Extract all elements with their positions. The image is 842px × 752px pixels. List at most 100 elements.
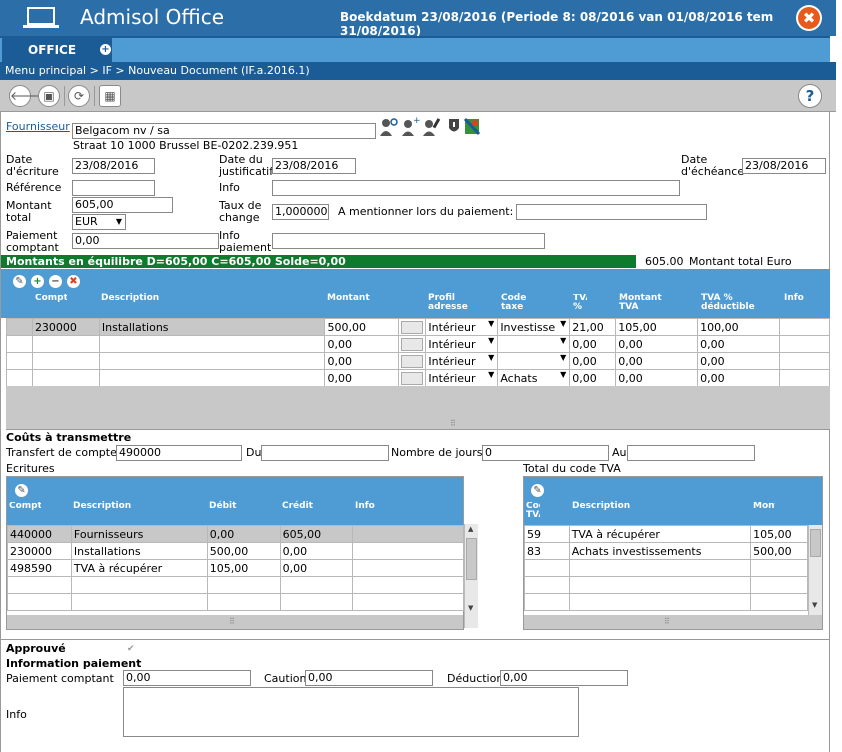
currency-select[interactable]: EUR ▼ [72,214,126,230]
total-field[interactable]: 605,00 [72,197,173,213]
table-row[interactable]: 0,00 Intérieur ▼ ▼ 0,00 0,00 0,00 [6,335,830,353]
calendar-button[interactable]: ▦ [99,85,121,107]
supplier-field[interactable]: Belgacom nv / sa [72,123,376,139]
table-row[interactable]: 83 Achats investissements 500,00 [524,542,808,560]
cell-info[interactable] [779,369,830,387]
table-row[interactable]: 0,00 Intérieur ▼ ▼ 0,00 0,00 0,00 [6,352,830,370]
back-button[interactable]: 🡐 [9,85,42,107]
scroll-up-icon[interactable]: ▲ [468,525,473,533]
row-selector[interactable] [6,335,33,353]
add-tab-icon[interactable]: + [100,44,111,55]
edit-icon[interactable]: ✎ [15,484,28,497]
rate-field[interactable]: 1,000000 [272,204,329,220]
cell-profile[interactable]: Intérieur ▼ [425,352,499,370]
cell-tax-code[interactable]: ▼ [497,335,571,353]
due-date-field[interactable]: 23/08/2016 [742,158,826,174]
cell-vat-amount[interactable]: 105,00 [615,318,699,336]
table-row[interactable] [524,576,808,594]
table-row[interactable] [7,593,464,611]
add-row-icon[interactable]: + [31,275,44,288]
help-button[interactable]: ? [798,84,822,108]
table-row[interactable] [524,593,808,611]
doc-date-field[interactable]: 23/08/2016 [272,158,356,174]
transfer-from-field[interactable] [261,445,389,461]
table-row[interactable]: 230000 Installations 500,00 Intérieur ▼ I… [6,318,830,336]
cell-amount[interactable]: 0,00 [324,369,400,387]
supplier-search-icon[interactable] [380,118,398,136]
cell-vat-amount[interactable]: 0,00 [615,369,699,387]
cell-description[interactable] [98,369,326,387]
lookup-button[interactable] [401,320,424,334]
transfer-to-field[interactable] [627,445,755,461]
resize-grip-icon[interactable]: ⠿ [229,617,235,626]
scroll-thumb[interactable] [466,538,477,580]
cell-tax-code[interactable]: Investisse ▼ [497,318,571,336]
cell-vat-amount[interactable]: 0,00 [615,335,699,353]
deduction-field[interactable]: 0,00 [500,670,628,686]
cell-amount[interactable]: 0,00 [324,352,400,370]
vat-scrollbar[interactable]: ▼ [808,525,822,615]
cell-description[interactable] [98,335,326,353]
lookup-button[interactable] [401,354,424,368]
cell-tax-code[interactable]: ▼ [497,352,571,370]
table-row[interactable]: 498590 TVA à récupérer 105,00 0,00 [7,559,464,577]
edit-icon[interactable]: ✎ [531,484,544,497]
table-row[interactable] [524,559,808,577]
row-selector[interactable] [6,318,33,336]
transfer-days-field[interactable]: 0 [482,445,609,461]
cell-account[interactable] [31,352,100,370]
cell-account[interactable] [31,335,100,353]
map-icon[interactable] [463,117,481,136]
scroll-thumb[interactable] [810,529,821,557]
cell-vat-deductible[interactable]: 0,00 [697,335,781,353]
tab-office[interactable]: OFFICE [2,38,112,62]
reference-field[interactable] [72,180,155,196]
entry-date-field[interactable]: 23/08/2016 [72,158,155,174]
cell-profile[interactable]: Intérieur ▼ [425,318,499,336]
supplier-edit-icon[interactable] [423,118,441,136]
cell-vat-pct[interactable]: 21,00 [569,318,617,336]
resize-grip-icon[interactable]: ⠿ [664,617,670,626]
mention-field[interactable] [516,204,707,220]
cell-vat-deductible[interactable]: 0,00 [697,352,781,370]
cell-info[interactable] [779,318,830,336]
resize-grip-icon[interactable]: ⠿ [450,419,456,428]
row-selector[interactable] [6,352,33,370]
refresh-button[interactable]: ⟳ [68,85,90,107]
table-row[interactable] [7,576,464,594]
pay-info-field[interactable] [272,233,545,249]
cell-description[interactable] [98,352,326,370]
approved-checkbox[interactable]: ✔ [127,644,137,654]
cell-vat-deductible[interactable]: 100,00 [697,318,781,336]
cell-profile[interactable]: Intérieur ▼ [425,335,499,353]
cell-account[interactable]: 230000 [31,318,100,336]
cell-address-button[interactable] [398,352,427,370]
table-row[interactable]: 0,00 Intérieur ▼ Achats ▼ 0,00 0,00 0,00 [6,369,830,387]
cell-info[interactable] [779,352,830,370]
remove-row-icon[interactable]: − [49,275,62,288]
info-field[interactable] [272,180,680,196]
cell-address-button[interactable] [398,369,427,387]
table-row[interactable]: 440000 Fournisseurs 0,00 605,00 [7,525,464,543]
payment-info-textarea[interactable] [123,687,579,737]
lookup-button[interactable] [401,337,424,351]
cell-tax-code[interactable]: Achats ▼ [497,369,571,387]
scroll-down-icon[interactable]: ▼ [812,601,817,609]
cell-address-button[interactable] [398,335,427,353]
cell-amount[interactable]: 0,00 [324,335,400,353]
cell-description[interactable]: Installations [98,318,326,336]
transfer-account-field[interactable]: 490000 [116,445,242,461]
table-row[interactable]: 59 TVA à récupérer 105,00 [524,525,808,543]
scroll-down-icon[interactable]: ▼ [468,604,473,612]
cell-profile[interactable]: Intérieur ▼ [425,369,499,387]
cell-vat-pct[interactable]: 0,00 [569,335,617,353]
save-button[interactable]: ▣ [38,85,60,107]
entries-scrollbar[interactable]: ▲ ▼ [464,524,478,628]
cell-vat-deductible[interactable]: 0,00 [697,369,781,387]
cash-field[interactable]: 0,00 [72,233,219,249]
table-row[interactable]: 230000 Installations 500,00 0,00 [7,542,464,560]
shield-icon[interactable] [449,119,459,132]
lookup-button[interactable] [401,371,424,385]
cell-account[interactable] [31,369,100,387]
cell-amount[interactable]: 500,00 [324,318,400,336]
